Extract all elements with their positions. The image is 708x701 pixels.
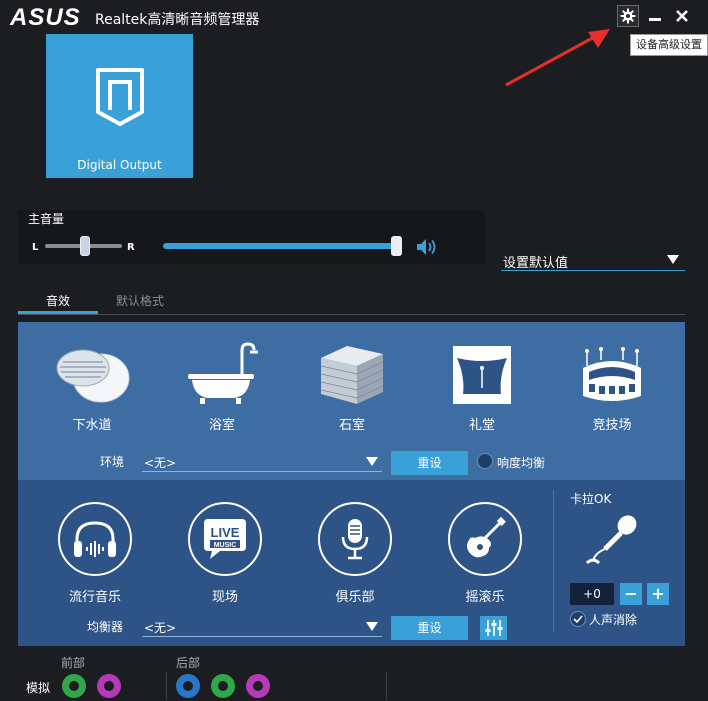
minimize-button[interactable]: [644, 5, 666, 27]
close-button[interactable]: [671, 5, 693, 27]
rear-blue-jack[interactable]: [176, 674, 200, 698]
jack-separator: [166, 672, 167, 700]
equalizer-sliders-icon: [485, 620, 502, 636]
rear-pink-jack[interactable]: [246, 674, 270, 698]
env-auditorium[interactable]: 礼堂: [432, 336, 532, 433]
close-icon: [676, 10, 688, 22]
env-label: 礼堂: [468, 418, 495, 433]
headphones-icon: [74, 521, 116, 557]
eq-rock[interactable]: 摇滚乐: [435, 502, 535, 605]
gear-icon: [620, 8, 636, 24]
voice-cancellation-checkbox[interactable]: [570, 611, 586, 627]
arena-icon: [583, 347, 641, 401]
eq-live[interactable]: LIVE MUSIC 现场: [175, 502, 275, 605]
environment-reset-button[interactable]: 重设: [391, 451, 468, 475]
karaoke-microphone-icon: [585, 515, 637, 565]
karaoke-value[interactable]: +0: [570, 583, 614, 605]
tab-default-format[interactable]: 默认格式: [98, 292, 182, 314]
eq-label: 俱乐部: [335, 590, 375, 605]
microphone-icon: [341, 519, 369, 560]
caret-down-icon: [667, 255, 679, 264]
voice-cancellation-label: 人声消除: [589, 613, 638, 627]
karaoke-increase-button[interactable]: +: [647, 583, 669, 605]
karaoke-divider: [553, 490, 554, 632]
bathtub-icon: [188, 342, 258, 404]
svg-text:MUSIC: MUSIC: [214, 542, 237, 549]
caret-down-icon: [366, 457, 378, 466]
red-arrow-annotation: [505, 29, 610, 87]
karaoke-decrease-button[interactable]: −: [620, 583, 642, 605]
eq-label: 现场: [211, 590, 238, 605]
svg-text:LIVE: LIVE: [211, 525, 240, 540]
live-music-icon: LIVE MUSIC: [204, 519, 246, 559]
jack-separator: [386, 672, 387, 700]
environment-select-value: <无>: [144, 456, 177, 470]
equalizer-select-value: <无>: [144, 621, 177, 635]
asus-logo: ASUS: [10, 4, 81, 31]
balance-right-label: R: [127, 242, 135, 253]
caret-down-icon: [366, 622, 378, 631]
eq-label: 摇滚乐: [465, 590, 505, 605]
front-jacks-label: 前部: [61, 656, 86, 670]
karaoke-title: 卡拉OK: [570, 492, 612, 506]
eq-label: 流行音乐: [68, 590, 121, 605]
loudness-equalization-checkbox[interactable]: [477, 453, 493, 469]
equalizer-label: 均衡器: [87, 620, 124, 634]
advanced-settings-button[interactable]: [617, 5, 639, 27]
env-label: 石室: [338, 418, 365, 433]
speaker-icon[interactable]: [416, 238, 438, 256]
env-stone-room[interactable]: 石室: [302, 336, 402, 433]
digital-output-tile[interactable]: Digital Output: [46, 34, 193, 178]
stone-room-icon: [320, 346, 384, 404]
volume-slider-thumb[interactable]: [391, 236, 402, 256]
balance-left-label: L: [32, 242, 39, 253]
env-arena[interactable]: 竞技场: [562, 336, 662, 433]
eq-club[interactable]: 俱乐部: [305, 502, 405, 605]
device-label: Digital Output: [77, 158, 162, 172]
front-pink-jack[interactable]: [97, 674, 121, 698]
env-label: 下水道: [72, 418, 112, 433]
environment-label: 环境: [100, 455, 125, 469]
env-label: 竞技场: [592, 418, 632, 433]
env-bathroom[interactable]: 浴室: [172, 336, 272, 433]
advanced-settings-tooltip: 设备高级设置: [630, 34, 708, 56]
rear-jacks-label: 后部: [176, 656, 201, 670]
guitar-icon: [467, 516, 506, 558]
checkmark-icon: [573, 615, 583, 624]
tab-effects[interactable]: 音效: [18, 292, 98, 314]
rear-green-jack[interactable]: [211, 674, 235, 698]
digital-output-icon: [96, 68, 144, 126]
env-label: 浴室: [208, 418, 235, 433]
minimize-icon: [649, 18, 661, 21]
analog-label: 模拟: [26, 681, 51, 695]
equalizer-reset-button[interactable]: 重设: [391, 616, 468, 640]
tabs-divider: [18, 314, 685, 315]
sewer-icon: [56, 349, 130, 403]
window-title: Realtek高清晰音频管理器: [95, 12, 260, 28]
master-volume-title: 主音量: [28, 212, 65, 226]
env-sewer[interactable]: 下水道: [42, 336, 142, 433]
volume-slider-track[interactable]: [163, 243, 397, 249]
eq-pop[interactable]: 流行音乐: [45, 502, 145, 605]
environment-select[interactable]: <无>: [142, 452, 382, 472]
loudness-equalization-label: 响度均衡: [497, 456, 546, 470]
balance-slider-thumb[interactable]: [80, 236, 90, 256]
set-default-select-value: 设置默认值: [503, 256, 569, 271]
front-green-jack[interactable]: [62, 674, 86, 698]
set-default-select[interactable]: 设置默认值: [501, 251, 685, 271]
equalizer-select[interactable]: <无>: [142, 617, 382, 637]
graphic-equalizer-button[interactable]: [480, 616, 507, 640]
auditorium-icon: [453, 346, 511, 404]
